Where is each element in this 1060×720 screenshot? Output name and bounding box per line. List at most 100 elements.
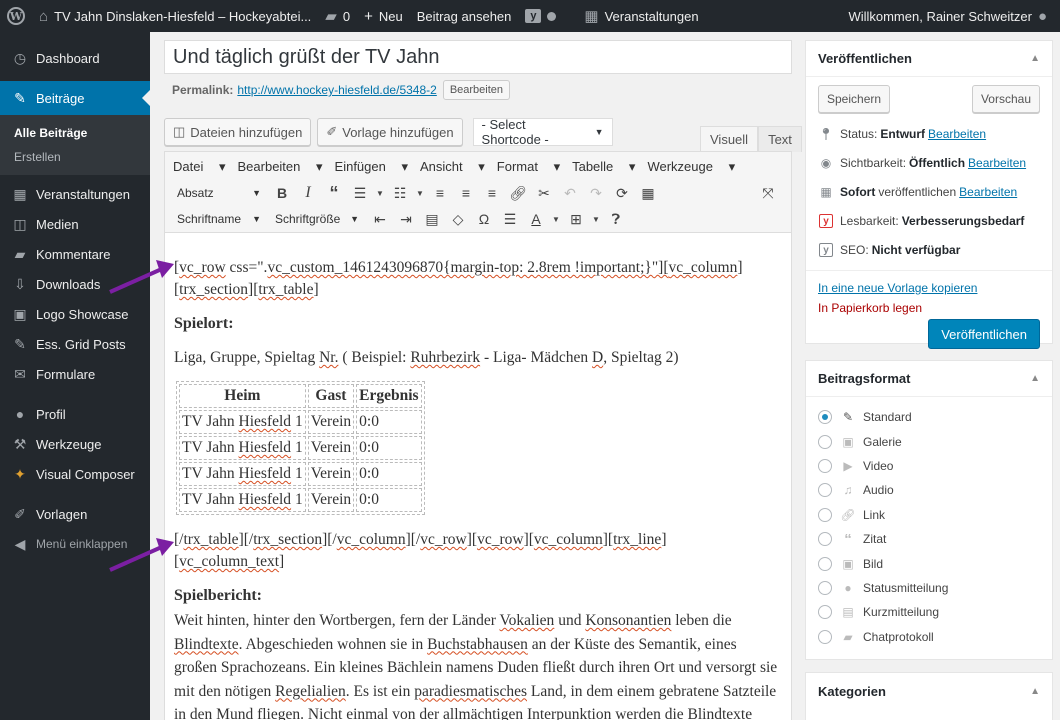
sidebar-item-media[interactable]: ◫ Medien <box>0 209 150 239</box>
list-dropdown-icon[interactable]: ▼ <box>375 182 385 204</box>
format-option-gallery[interactable]: ▣ Galerie <box>806 429 1052 453</box>
format-option-standard[interactable]: ✎ Standard <box>806 405 1052 429</box>
post-title-input[interactable]: Und täglich grüßt der TV Jahn <box>164 40 792 74</box>
refresh-icon[interactable]: ⟳ <box>611 182 633 204</box>
outdent-icon[interactable]: ⇤ <box>369 208 391 230</box>
menu-edit[interactable]: Bearbeiten ▾ <box>238 159 323 175</box>
bullet-list-icon[interactable]: ☰ <box>349 182 371 204</box>
edit-visibility-link[interactable]: Bearbeiten <box>968 156 1026 170</box>
sidebar-item-events[interactable]: ▦ Veranstaltungen <box>0 179 150 209</box>
wordpress-logo-button[interactable]: W <box>0 0 32 32</box>
format-option-link[interactable]: 🔗︎ Link <box>806 503 1052 527</box>
radio[interactable] <box>818 605 832 620</box>
sidebar-item-grid-posts[interactable]: ✎ Ess. Grid Posts <box>0 329 150 359</box>
link-icon[interactable]: 🔗︎ <box>507 182 529 204</box>
radio[interactable] <box>818 580 832 595</box>
eraser-icon[interactable]: ◇ <box>447 208 469 230</box>
tab-text[interactable]: Text <box>758 126 802 152</box>
publish-box-header[interactable]: Veröffentlichen ▲ <box>806 41 1052 77</box>
sidebar-label: Kommentare <box>36 246 111 262</box>
new-content-button[interactable]: + Neu <box>357 0 410 32</box>
save-draft-button[interactable]: Speichern <box>818 85 891 113</box>
radio[interactable] <box>818 458 832 473</box>
sidebar-item-profile[interactable]: ● Profil <box>0 399 150 429</box>
grid-icon[interactable]: ▦ <box>637 182 659 204</box>
text-color-dropdown-icon[interactable]: ▼ <box>551 208 561 230</box>
view-post-link[interactable]: Beitrag ansehen <box>410 0 519 32</box>
categories-header[interactable]: Kategorien ▲ <box>806 673 1052 709</box>
submenu-create[interactable]: Erstellen <box>0 145 150 169</box>
omega-icon[interactable]: Ω <box>473 208 495 230</box>
format-option-quote[interactable]: “ Zitat <box>806 527 1052 551</box>
font-family-select[interactable]: Schriftname ▼ <box>173 208 265 230</box>
publish-button[interactable]: Veröffentlichen <box>928 319 1040 349</box>
comments-link[interactable]: ▰ 0 <box>318 0 357 32</box>
shortcode-select[interactable]: - Select Shortcode - ▼ <box>472 117 613 147</box>
table-icon[interactable]: ⊞ <box>565 208 587 230</box>
list-dropdown-icon[interactable]: ▼ <box>415 182 425 204</box>
edit-status-link[interactable]: Bearbeiten <box>928 127 986 141</box>
sidebar-item-logo-showcase[interactable]: ▣ Logo Showcase <box>0 299 150 329</box>
align-right-icon[interactable]: ≡ <box>481 182 503 204</box>
preview-button[interactable]: Vorschau <box>971 85 1040 113</box>
format-option-aside[interactable]: ▤ Kurzmitteilung <box>806 600 1052 624</box>
events-link[interactable]: ▦ Veranstaltungen <box>577 0 705 32</box>
menu-format[interactable]: Format ▾ <box>497 159 560 175</box>
format-option-audio[interactable]: ♫ Audio <box>806 478 1052 502</box>
site-name-link[interactable]: ⌂ TV Jahn Dinslaken-Hiesfeld – Hockeyabte… <box>32 0 318 32</box>
radio[interactable] <box>818 483 832 498</box>
yoast-seo-menu[interactable]: y <box>518 0 563 32</box>
edit-schedule-link[interactable]: Bearbeiten <box>959 185 1017 199</box>
format-option-chat[interactable]: ▰ Chatprotokoll <box>806 625 1052 649</box>
format-option-image[interactable]: ▣ Bild <box>806 551 1052 575</box>
sidebar-item-forms[interactable]: ✉ Formulare <box>0 359 150 389</box>
copy-to-template-link[interactable]: In eine neue Vorlage kopieren <box>818 281 977 295</box>
paragraph-format-select[interactable]: Absatz ▼ <box>173 182 265 204</box>
table-dropdown-icon[interactable]: ▼ <box>591 208 601 230</box>
radio[interactable] <box>818 434 832 449</box>
tab-visual[interactable]: Visuell <box>700 126 759 152</box>
numbered-list-icon[interactable]: ☷ <box>389 182 411 204</box>
font-size-select[interactable]: Schriftgröße ▼ <box>271 208 363 230</box>
horizontal-line-icon[interactable]: ☰ <box>499 208 521 230</box>
italic-button[interactable]: I <box>297 182 319 204</box>
radio-selected[interactable] <box>818 410 832 425</box>
align-center-icon[interactable]: ≡ <box>455 182 477 204</box>
radio[interactable] <box>818 556 832 571</box>
sidebar-item-posts[interactable]: ✎ Beiträge <box>0 81 150 115</box>
post-format-header[interactable]: Beitragsformat ▲ <box>806 361 1052 397</box>
menu-file[interactable]: Datei ▾ <box>173 159 226 175</box>
permalink-link[interactable]: http://www.hockey-hiesfeld.de/5348-2 <box>237 83 436 97</box>
sidebar-item-dashboard[interactable]: ◷ Dashboard <box>0 43 150 73</box>
sidebar-item-templates[interactable]: ✐ Vorlagen <box>0 499 150 529</box>
menu-insert[interactable]: Einfügen ▾ <box>335 159 408 175</box>
fullscreen-icon[interactable]: ⤧ <box>757 182 779 204</box>
format-option-status[interactable]: ● Statusmitteilung <box>806 576 1052 600</box>
align-left-icon[interactable]: ≡ <box>429 182 451 204</box>
radio[interactable] <box>818 532 832 547</box>
help-icon[interactable]: ❓︎ <box>605 208 627 230</box>
user-account-menu[interactable]: Willkommen, Rainer Schweitzer ● <box>841 0 1054 32</box>
move-to-trash-link[interactable]: In Papierkorb legen <box>818 301 922 315</box>
indent-icon[interactable]: ⇥ <box>395 208 417 230</box>
sidebar-item-visual-composer[interactable]: ✦ Visual Composer <box>0 459 150 489</box>
paste-icon[interactable]: ▤ <box>421 208 443 230</box>
submenu-all-posts[interactable]: Alle Beiträge <box>0 121 150 145</box>
blockquote-icon[interactable]: “ <box>323 182 345 204</box>
edit-permalink-button[interactable]: Bearbeiten <box>442 80 511 100</box>
add-template-button[interactable]: ✐ Vorlage hinzufügen <box>317 118 463 146</box>
undo-icon[interactable]: ↶ <box>559 182 581 204</box>
redo-icon[interactable]: ↷ <box>585 182 607 204</box>
radio[interactable] <box>818 629 832 644</box>
add-media-button[interactable]: ◫ Dateien hinzufügen <box>164 118 312 146</box>
bold-button[interactable]: B <box>271 182 293 204</box>
menu-table[interactable]: Tabelle ▾ <box>572 159 635 175</box>
unlink-icon[interactable]: ✂ <box>533 182 555 204</box>
sidebar-item-tools[interactable]: ⚒ Werkzeuge <box>0 429 150 459</box>
format-option-video[interactable]: ▶ Video <box>806 454 1052 478</box>
text-color-icon[interactable]: A <box>525 208 547 230</box>
editor-content[interactable]: [vc_row css=".vc_custom_1461243096870{ma… <box>165 257 791 720</box>
menu-tools[interactable]: Werkzeuge ▾ <box>647 159 735 175</box>
menu-view[interactable]: Ansicht ▾ <box>420 159 485 175</box>
radio[interactable] <box>818 507 832 522</box>
